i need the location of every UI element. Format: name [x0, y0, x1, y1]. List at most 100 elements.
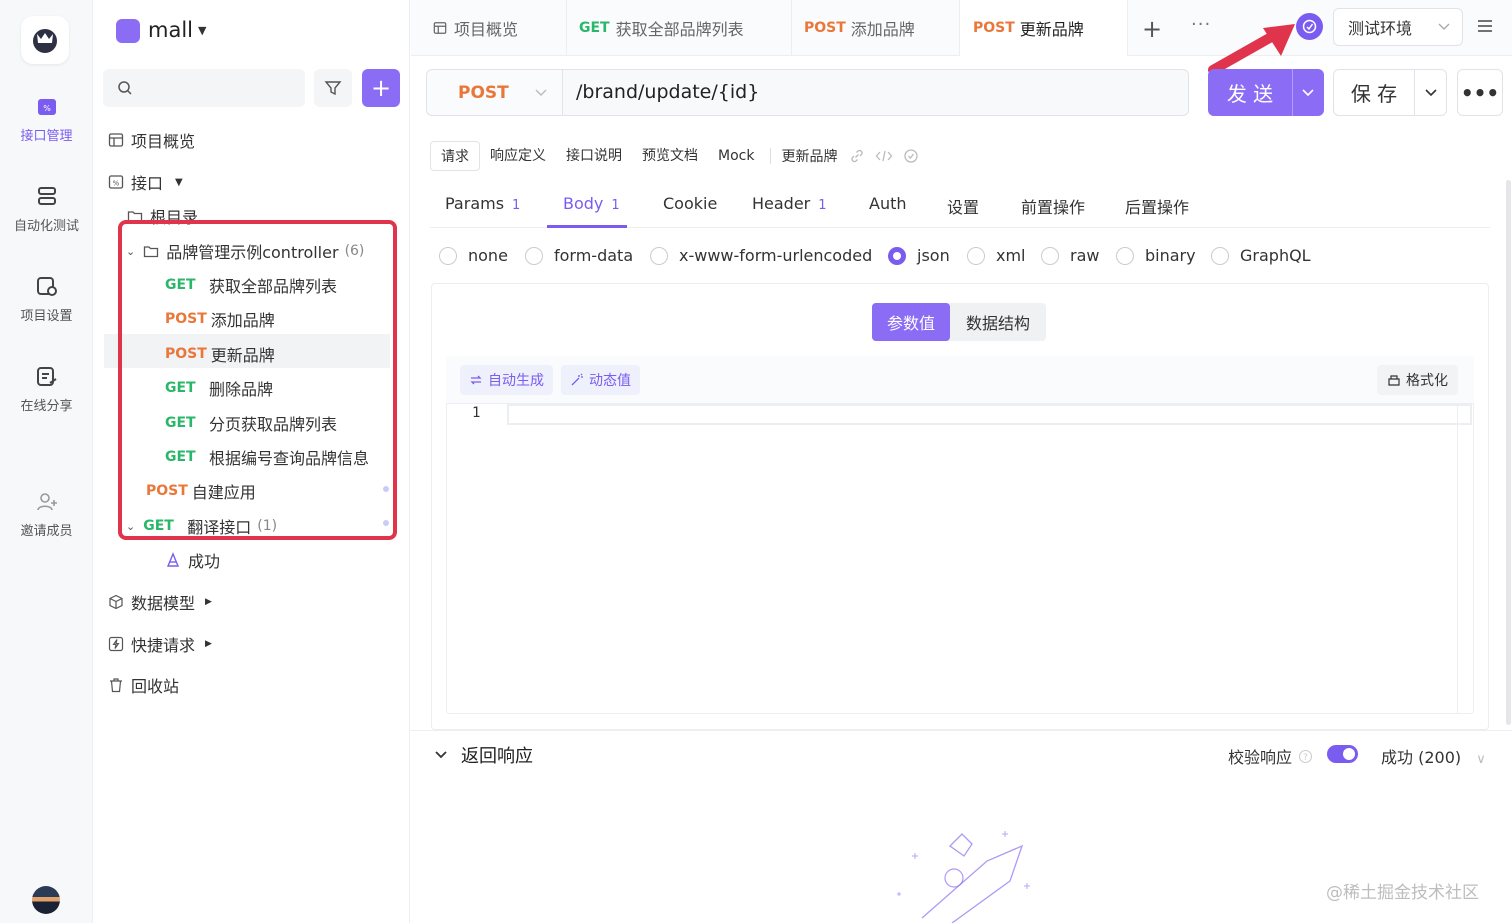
share-icon — [36, 367, 57, 386]
method-select[interactable]: POST — [426, 69, 562, 116]
format-icon — [1388, 375, 1400, 386]
history-icon[interactable] — [903, 148, 919, 164]
tab-update-brand[interactable]: POST 更新品牌 — [960, 0, 1128, 56]
add-button[interactable]: + — [362, 69, 400, 107]
tab-settings[interactable]: 设置 — [947, 194, 979, 218]
tab-get-brand-list[interactable]: GET 获取全部品牌列表 — [567, 0, 792, 56]
format-button[interactable]: 格式化 — [1377, 365, 1458, 395]
tab-auth[interactable]: Auth — [869, 194, 907, 213]
more-options-button[interactable]: ••• — [1457, 69, 1503, 116]
radio-binary[interactable]: binary — [1116, 246, 1196, 265]
main-scrollbar[interactable] — [1506, 180, 1511, 725]
link-icon[interactable] — [849, 148, 865, 164]
save-button[interactable]: 保 存 — [1333, 69, 1447, 116]
segment-schema[interactable]: 数据结构 — [950, 303, 1046, 341]
tab-post-script[interactable]: 后置操作 — [1125, 194, 1189, 218]
user-avatar[interactable] — [32, 886, 60, 914]
overview-icon — [108, 133, 124, 147]
plus-icon: + — [370, 74, 392, 102]
endpoint-name[interactable]: 更新品牌 — [777, 146, 841, 166]
watermark: @稀土掘金技术社区 — [1326, 883, 1479, 903]
automation-icon — [37, 187, 56, 205]
response-section-toggle[interactable]: 返回响应 — [434, 742, 533, 768]
new-tab-icon[interactable]: + — [1142, 15, 1162, 43]
filter-button[interactable] — [314, 69, 352, 107]
radio-graphql[interactable]: GraphQL — [1211, 246, 1311, 265]
overview-icon — [433, 22, 447, 34]
dynamic-value-button[interactable]: 动态值 — [561, 365, 640, 395]
radio-x-www-form-urlencoded[interactable]: x-www-form-urlencoded — [650, 246, 872, 265]
tab-pre-script[interactable]: 前置操作 — [1021, 194, 1085, 218]
editor-line[interactable] — [507, 404, 1472, 425]
tab-overview[interactable]: 项目概览 — [411, 0, 567, 56]
menu-icon[interactable] — [1476, 18, 1494, 34]
tab-body[interactable]: Body 1 — [563, 194, 620, 213]
tab-params[interactable]: Params 1 — [445, 194, 520, 213]
subtab-mock[interactable]: Mock — [708, 141, 764, 171]
send-button[interactable]: 发 送 — [1208, 69, 1324, 116]
radio-form-data[interactable]: form-data — [525, 246, 633, 265]
search-input[interactable] — [103, 69, 305, 107]
caret-down-icon: ▼ — [175, 176, 183, 188]
caret-down-icon[interactable]: ▼ — [198, 24, 206, 37]
line-number: 1 — [472, 405, 481, 421]
ellipsis-icon: ••• — [1460, 80, 1500, 105]
chevron-down-icon: ∨ — [1476, 752, 1486, 767]
highlight-box — [118, 220, 397, 540]
tree-case[interactable]: 成功 — [165, 548, 220, 572]
caret-right-icon: ▶ — [205, 597, 212, 607]
validate-response-toggle[interactable] — [1327, 745, 1358, 763]
chevron-down-icon — [535, 89, 547, 96]
case-icon — [166, 552, 180, 567]
project-icon — [116, 19, 140, 43]
subtab-request[interactable]: 请求 — [430, 141, 480, 171]
environment-select[interactable]: 测试环境 — [1333, 8, 1463, 46]
subtab-response-def[interactable]: 响应定义 — [480, 141, 556, 171]
auto-generate-button[interactable]: 自动生成 — [460, 365, 553, 395]
rail-item-share[interactable]: 在线分享 — [0, 365, 93, 414]
invite-member-icon — [36, 493, 57, 511]
rocket-illustration-icon — [897, 831, 1030, 923]
rail-item-invite[interactable]: 邀请成员 — [0, 490, 93, 539]
svg-text:%: % — [43, 104, 51, 113]
project-name[interactable]: mall — [148, 18, 193, 42]
editor-scrollbar — [1457, 404, 1458, 714]
svg-text:%: % — [113, 180, 120, 188]
subtab-description[interactable]: 接口说明 — [556, 141, 632, 171]
api-folder-icon: % — [108, 175, 124, 189]
tab-add-brand[interactable]: POST 添加品牌 — [792, 0, 960, 56]
radio-json[interactable]: json — [888, 246, 950, 265]
sidebar-item-api[interactable]: % 接口 ▼ — [108, 170, 183, 194]
sidebar-item-quick-request[interactable]: 快捷请求 ▶ — [108, 632, 212, 656]
help-icon[interactable]: ? — [1298, 749, 1313, 764]
svg-text:?: ? — [1303, 753, 1308, 763]
tab-cookie[interactable]: Cookie — [663, 194, 717, 213]
chevron-down-icon[interactable] — [1425, 88, 1437, 97]
radio-none[interactable]: none — [439, 246, 508, 265]
sidebar-item-overview[interactable]: 项目概览 — [108, 128, 195, 152]
request-subtabs: 请求 响应定义 接口说明 预览文档 Mock 更新品牌 — [430, 141, 919, 171]
response-status-select[interactable]: 成功 (200) ∨ — [1381, 744, 1486, 768]
rail-item-project-settings[interactable]: 项目设置 — [0, 275, 93, 324]
segment-values[interactable]: 参数值 — [872, 303, 950, 341]
sidebar-item-data-model[interactable]: 数据模型 ▶ — [108, 590, 212, 614]
rail-item-label: 自动化测试 — [13, 219, 79, 234]
caret-right-icon: ▶ — [205, 639, 212, 649]
sidebar-item-trash[interactable]: 回收站 — [108, 673, 179, 697]
sync-icon[interactable] — [1296, 13, 1323, 40]
chevron-down-icon[interactable] — [1302, 88, 1314, 97]
magic-wand-icon — [571, 373, 583, 386]
rail-item-api[interactable]: % 接口管理 — [0, 95, 93, 144]
tab-header[interactable]: Header 1 — [752, 194, 827, 213]
url-input[interactable]: /brand/update/{id} — [562, 69, 1189, 116]
chevron-down-icon — [435, 751, 447, 759]
active-tab-indicator — [547, 225, 627, 228]
app-logo[interactable] — [21, 16, 69, 64]
search-icon — [118, 81, 132, 95]
subtab-preview-doc[interactable]: 预览文档 — [632, 141, 708, 171]
code-icon[interactable] — [875, 148, 893, 164]
rail-item-automation[interactable]: 自动化测试 — [0, 185, 93, 234]
body-mode-toggle: 参数值 数据结构 — [872, 303, 1046, 341]
radio-xml[interactable]: xml — [967, 246, 1026, 265]
radio-raw[interactable]: raw — [1041, 246, 1099, 265]
